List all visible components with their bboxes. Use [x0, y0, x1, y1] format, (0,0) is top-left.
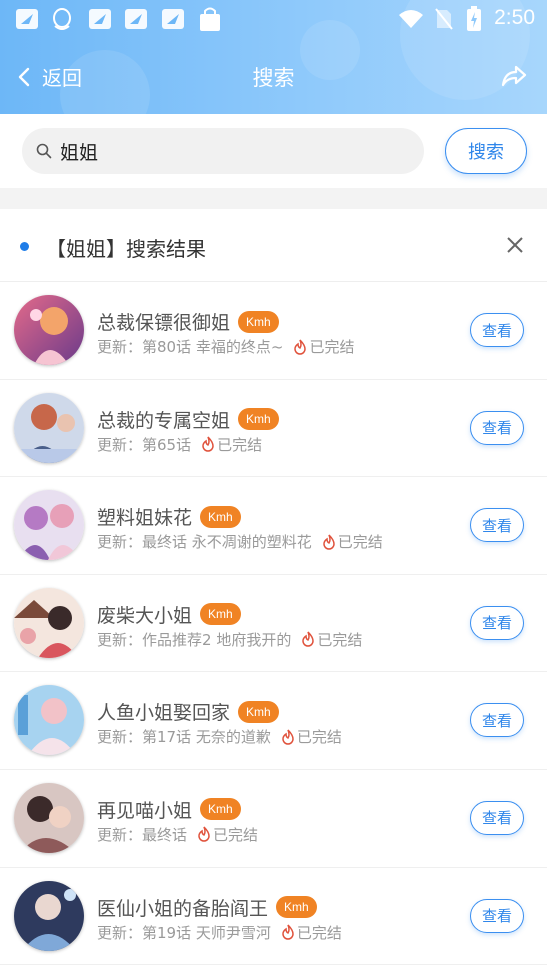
- latest-chapter: 最终话 永不凋谢的塑料花: [142, 533, 312, 552]
- list-item[interactable]: 总裁保镖很御姐 Kmh 更新： 第80话 幸福的终点~ 已完结 查看: [0, 282, 547, 380]
- view-button[interactable]: 查看: [470, 898, 524, 933]
- comic-cover: [14, 392, 84, 463]
- app-notification-icon: [125, 9, 147, 29]
- latest-chapter: 第19话 天师尹雪河: [142, 923, 271, 942]
- comic-title: 再见喵小姐: [97, 799, 193, 822]
- status-label: 已完结: [337, 533, 383, 552]
- status-label: 已完结: [317, 630, 363, 649]
- status-label: 已完结: [217, 435, 263, 454]
- update-prefix: 更新：: [97, 825, 143, 844]
- results-header: 【姐姐】搜索结果: [0, 209, 547, 282]
- comic-title: 总裁保镖很御姐: [97, 312, 231, 334]
- fire-icon: [282, 924, 294, 940]
- list-item[interactable]: 医仙小姐的备胎阎王 Kmh 更新： 第19话 天师尹雪河 已完结 查看: [0, 868, 547, 966]
- list-item[interactable]: 人鱼小姐娶回家 Kmh 更新： 第17话 无奈的道歉 已完结 查看: [0, 672, 547, 770]
- clock: 2:50: [494, 6, 535, 29]
- update-prefix: 更新：: [97, 435, 143, 454]
- source-badge: Kmh: [200, 505, 241, 528]
- app-notification-icon: [16, 9, 38, 29]
- source-badge: Kmh: [200, 603, 241, 626]
- comic-title: 总裁的专属空姐: [97, 409, 231, 432]
- fire-icon: [202, 436, 214, 452]
- view-button[interactable]: 查看: [470, 313, 524, 347]
- status-label: 已完结: [309, 338, 355, 356]
- comic-cover: [14, 490, 84, 561]
- qq-notification-icon: [50, 7, 74, 37]
- bag-icon: [198, 6, 222, 36]
- comic-cover: [14, 685, 84, 756]
- search-button[interactable]: 搜索: [445, 128, 527, 174]
- results-title: 【姐姐】搜索结果: [46, 237, 206, 261]
- wifi-icon: [398, 9, 424, 33]
- comic-title: 人鱼小姐娶回家: [97, 702, 231, 725]
- page-title: 搜索: [252, 66, 295, 90]
- search-icon: [36, 143, 52, 159]
- comic-title: 医仙小姐的备胎阎王: [97, 897, 269, 920]
- update-prefix: 更新：: [97, 728, 143, 747]
- list-item[interactable]: 塑料姐妹花 Kmh 更新： 最终话 永不凋谢的塑料花 已完结 查看: [0, 477, 547, 575]
- status-label: 已完结: [296, 728, 342, 747]
- fire-icon: [294, 338, 307, 355]
- comic-title: 废柴大小姐: [97, 604, 193, 627]
- fire-icon: [323, 534, 335, 550]
- latest-chapter: 最终话: [142, 825, 188, 844]
- status-bar: 2:50: [0, 0, 547, 40]
- comic-cover: [14, 295, 84, 365]
- update-prefix: 更新：: [97, 630, 143, 649]
- source-badge: Kmh: [276, 896, 317, 919]
- view-button[interactable]: 查看: [470, 703, 524, 738]
- app-header: 2:50 返回 搜索: [0, 0, 547, 114]
- latest-chapter: 第17话 无奈的道歉: [142, 728, 271, 747]
- nav-bar: 返回 搜索: [0, 48, 547, 106]
- close-icon[interactable]: [505, 235, 525, 259]
- comic-cover: [14, 880, 84, 951]
- list-item[interactable]: 总裁的专属空姐 Kmh 更新： 第65话 已完结 查看: [0, 380, 547, 478]
- latest-chapter: 第65话: [142, 435, 192, 454]
- share-icon[interactable]: [501, 64, 527, 92]
- status-label: 已完结: [213, 825, 259, 844]
- latest-chapter: 第80话 幸福的终点~: [142, 338, 284, 356]
- bullet-dot: [20, 242, 29, 251]
- list-item[interactable]: 再见喵小姐 Kmh 更新： 最终话 已完结 查看: [0, 770, 547, 868]
- search-query: 姐姐: [60, 141, 99, 164]
- view-button[interactable]: 查看: [470, 508, 524, 543]
- section-divider: [0, 188, 547, 209]
- fire-icon: [302, 631, 315, 647]
- view-button[interactable]: 查看: [470, 800, 524, 835]
- comic-cover: [14, 587, 84, 658]
- no-sim-icon: [435, 8, 453, 34]
- search-bar: 姐姐 搜索: [0, 114, 547, 188]
- source-badge: Kmh: [238, 408, 279, 431]
- comic-cover: [14, 782, 84, 853]
- fire-icon: [282, 729, 294, 745]
- app-notification-icon: [89, 9, 111, 29]
- source-badge: Kmh: [200, 798, 241, 821]
- results-list: 总裁保镖很御姐 Kmh 更新： 第80话 幸福的终点~ 已完结 查看 总裁的专属…: [0, 282, 547, 966]
- update-prefix: 更新：: [97, 923, 143, 942]
- source-badge: Kmh: [238, 700, 279, 723]
- source-badge: Kmh: [238, 310, 279, 333]
- update-prefix: 更新：: [97, 338, 143, 356]
- search-input[interactable]: 姐姐: [22, 128, 424, 174]
- battery-charging-icon: [466, 6, 482, 36]
- comic-title: 塑料姐妹花: [97, 507, 193, 530]
- update-prefix: 更新：: [97, 533, 143, 552]
- list-item[interactable]: 废柴大小姐 Kmh 更新： 作品推荐2 地府我开的 已完结 查看: [0, 575, 547, 673]
- status-label: 已完结: [296, 923, 342, 942]
- view-button[interactable]: 查看: [470, 410, 524, 445]
- app-notification-icon: [162, 9, 184, 29]
- view-button[interactable]: 查看: [470, 605, 524, 640]
- latest-chapter: 作品推荐2 地府我开的: [142, 630, 292, 649]
- fire-icon: [198, 826, 210, 843]
